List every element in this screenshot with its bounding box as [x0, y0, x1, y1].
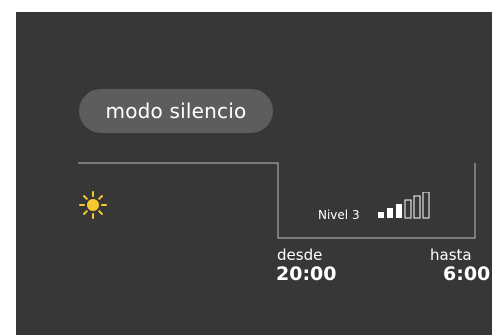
divider-line — [78, 162, 476, 239]
level-bar — [422, 192, 430, 219]
from-label: desde — [277, 246, 323, 264]
to-time[interactable]: 6:00 — [443, 263, 490, 285]
level-bar — [378, 212, 384, 218]
silent-mode-button[interactable]: modo silencio — [79, 89, 273, 133]
device-screen: modo silencio Nivel 3 desde 20:00 hasta … — [16, 12, 492, 335]
level-bar — [413, 195, 421, 219]
moon-icon — [377, 256, 391, 281]
level-label: Nivel 3 — [318, 208, 360, 222]
level-bar — [404, 199, 412, 219]
sun-icon — [79, 191, 107, 219]
level-bars-icon — [378, 192, 430, 219]
from-time[interactable]: 20:00 — [276, 263, 336, 285]
level-bar — [387, 208, 393, 218]
to-label: hasta — [430, 246, 472, 264]
level-bar — [396, 204, 402, 218]
